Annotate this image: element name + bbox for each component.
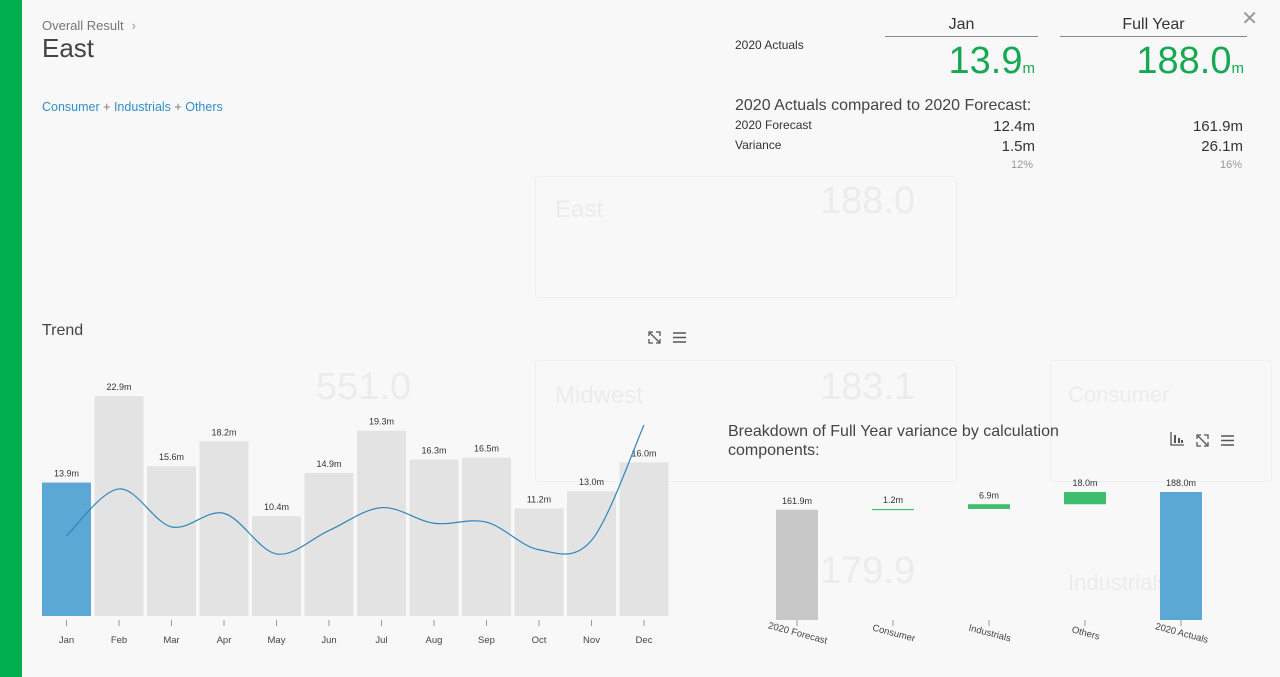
trend-bar xyxy=(42,482,91,616)
waterfall-tick-label: Consumer xyxy=(871,623,916,645)
trend-data-label: 18.2m xyxy=(211,427,236,437)
trend-tick-label: May xyxy=(268,635,286,646)
trend-bar xyxy=(94,396,144,616)
waterfall-bar xyxy=(872,508,914,511)
trend-data-label: 16.3m xyxy=(421,446,446,456)
trend-tick-label: Dec xyxy=(636,635,653,646)
breakdown-title: Breakdown of Full Year variance by calcu… xyxy=(728,422,1059,460)
waterfall-bar xyxy=(1064,492,1106,505)
waterfall-data-label: 1.2m xyxy=(883,495,903,505)
trend-tick-label: Mar xyxy=(163,635,179,646)
breakdown-title-line1: Breakdown of Full Year variance by calcu… xyxy=(728,423,1059,440)
trend-data-label: 22.9m xyxy=(106,382,131,392)
menu-icon[interactable] xyxy=(1220,433,1235,452)
trend-data-label: 16.0m xyxy=(631,448,656,458)
trend-bar xyxy=(619,462,669,616)
trend-tick-label: Jun xyxy=(321,635,336,646)
trend-bar xyxy=(304,472,354,616)
trend-tick-label: Aug xyxy=(426,635,443,646)
waterfall-data-label: 6.9m xyxy=(979,490,999,500)
trend-tick-label: Nov xyxy=(583,635,600,646)
expand-icon[interactable] xyxy=(1195,433,1210,452)
trend-data-label: 15.6m xyxy=(159,452,184,462)
waterfall-tick-label: 2020 Forecast xyxy=(767,620,829,646)
trend-data-label: 14.9m xyxy=(316,459,341,469)
waterfall-data-label: 161.9m xyxy=(782,496,812,506)
breakdown-title-line2: components: xyxy=(728,442,820,459)
trend-tick-label: Jul xyxy=(375,635,387,646)
trend-data-label: 11.2m xyxy=(527,494,551,504)
trend-data-label: 16.5m xyxy=(474,444,499,454)
trend-bar xyxy=(147,466,196,616)
waterfall-data-label: 188.0m xyxy=(1166,478,1196,488)
trend-data-label: 13.0m xyxy=(579,477,604,487)
trend-bar xyxy=(199,441,249,616)
trend-bar xyxy=(462,457,511,616)
trend-tick-label: Apr xyxy=(217,635,232,646)
waterfall-tick-label: Industrials xyxy=(967,623,1012,645)
waterfall-data-label: 18.0m xyxy=(1072,478,1097,488)
waterfall-bar xyxy=(968,504,1010,509)
trend-data-label: 19.3m xyxy=(369,417,394,427)
trend-data-label: 13.9m xyxy=(54,469,79,479)
trend-bar xyxy=(514,508,564,616)
trend-tick-label: Feb xyxy=(111,635,127,646)
trend-bar xyxy=(409,459,459,616)
trend-bar xyxy=(357,430,406,616)
trend-bar xyxy=(252,516,301,616)
waterfall-bar xyxy=(1160,492,1202,620)
trend-tick-label: Jan xyxy=(59,635,74,646)
trend-data-label: 10.4m xyxy=(264,502,289,512)
trend-tick-label: Oct xyxy=(532,635,547,646)
trend-chart: 13.9m Jan 22.9m Feb 15.6m Mar 18.2m Apr 10.4m May… xyxy=(42,382,1210,647)
trend-tick-label: Sep xyxy=(478,635,495,646)
waterfall-tick-label: 2020 Actuals xyxy=(1154,621,1210,646)
waterfall-icon[interactable] xyxy=(1170,431,1185,450)
waterfall-bar xyxy=(776,509,818,620)
waterfall-tick-label: Others xyxy=(1070,625,1101,643)
